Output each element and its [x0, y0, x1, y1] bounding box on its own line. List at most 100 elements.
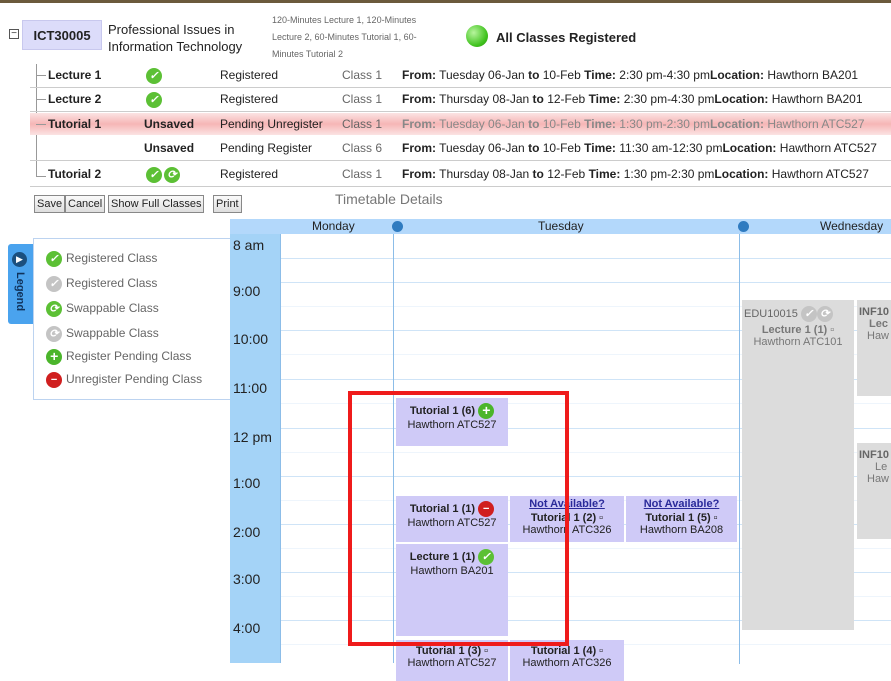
- event-inf10[interactable]: INF10 Le Haw: [857, 443, 891, 539]
- show-full-classes-button[interactable]: Show Full Classes: [108, 195, 205, 213]
- event-title: Tutorial 1 (5) ▫: [645, 512, 718, 524]
- legend-tab[interactable]: ▶ Legend: [8, 244, 33, 324]
- print-button[interactable]: Print: [213, 195, 242, 213]
- calendar-header: Monday Tuesday Wednesday: [230, 219, 891, 234]
- minus-red-icon: −: [46, 372, 62, 388]
- legend-tab-label: Legend: [14, 272, 26, 312]
- class-name: Lecture 2: [48, 92, 102, 106]
- event-tutorial-1-3[interactable]: Tutorial 1 (3) ▫ Hawthorn ATC527: [396, 640, 508, 681]
- class-schedule: From: Tuesday 06-Jan to 10-Feb Time: 1:3…: [402, 117, 865, 131]
- class-number: Class 1: [342, 167, 383, 181]
- day-header-tuesday: Tuesday: [538, 219, 584, 233]
- time-label: 12 pm: [233, 429, 272, 445]
- collapse-toggle[interactable]: −: [9, 29, 19, 39]
- event-location: Haw: [867, 330, 890, 342]
- time-label: 2:00: [233, 524, 261, 540]
- event-location: Hawthorn ATC101: [753, 336, 843, 348]
- class-name: Tutorial 2: [48, 167, 102, 181]
- highlight-box: [348, 391, 569, 646]
- legend-item: ⟳ Swappable Class: [46, 326, 159, 342]
- not-available-link[interactable]: Not Available?: [626, 498, 737, 510]
- hours-line3: Minutes Tutorial 2: [272, 49, 344, 59]
- check-green-icon: ✓: [146, 167, 162, 183]
- legend-item: ✓ Registered Class: [46, 251, 157, 267]
- divider: [30, 111, 891, 112]
- course-code: ICT30005: [22, 20, 102, 50]
- event-title: Lecture 1 (1) ▫: [761, 324, 835, 336]
- check-green-icon: ✓: [146, 68, 162, 84]
- event-tutorial-1-5[interactable]: Not Available? Tutorial 1 (5) ▫ Hawthorn…: [626, 496, 737, 542]
- event-title: Tutorial 1 (4) ▫: [530, 645, 604, 657]
- swap-grey-icon: ⟳: [816, 306, 833, 322]
- check-green-icon: ✓: [146, 92, 162, 108]
- event-code: EDU10015 ✓ ⟳: [744, 306, 854, 322]
- event-location: Hawthorn ATC326: [522, 657, 612, 669]
- tree-branch: [36, 124, 46, 125]
- unsaved-flag: Unsaved: [144, 117, 195, 131]
- event-code: INF10: [859, 449, 889, 461]
- day-header-monday: Monday: [312, 219, 355, 233]
- tree-branch: [36, 176, 46, 177]
- tree-branch: [36, 75, 46, 76]
- class-status: Registered: [220, 68, 279, 82]
- top-border: [0, 0, 891, 3]
- plus-green-icon: +: [46, 349, 62, 365]
- class-row[interactable]: Tutorial 2 ✓ ⟳ Registered Class 1 From: …: [0, 163, 891, 185]
- legend-panel: ✓ Registered Class ✓ Registered Class ⟳ Swa…: [33, 238, 231, 400]
- class-name: Tutorial 1: [48, 117, 102, 131]
- class-row-pending-register[interactable]: Unsaved Pending Register Class 6 From: T…: [0, 137, 891, 159]
- course-title-line2: Information Technology: [108, 39, 243, 54]
- swap-green-icon: ⟳: [164, 167, 180, 183]
- event-location: Hawthorn ATC527: [407, 657, 497, 669]
- day-header-wednesday: Wednesday: [820, 219, 884, 233]
- legend-item: ⟳ Swappable Class: [46, 301, 159, 317]
- class-number: Class 1: [342, 117, 383, 131]
- class-schedule: From: Tuesday 06-Jan to 10-Feb Time: 11:…: [402, 141, 877, 155]
- time-label: 4:00: [233, 620, 261, 636]
- class-status: Pending Register: [220, 141, 313, 155]
- time-label: 8 am: [233, 237, 265, 253]
- event-title: Le: [875, 461, 888, 473]
- swap-grey-icon: ⟳: [46, 326, 62, 342]
- event-title: Lec: [869, 318, 888, 330]
- page: − ICT30005 Professional Issues in Inform…: [0, 0, 891, 681]
- hours-line1: 120-Minutes Lecture 1, 120-Minutes: [272, 15, 417, 25]
- class-schedule: From: Tuesday 06-Jan to 10-Feb Time: 2:3…: [402, 68, 859, 82]
- registration-status: All Classes Registered: [496, 30, 637, 45]
- event-edu10015[interactable]: EDU10015 ✓ ⟳ Lecture 1 (1) ▫ Hawthorn ATC…: [742, 300, 854, 630]
- time-label: 11:00: [233, 380, 267, 396]
- class-number: Class 6: [342, 141, 383, 155]
- class-number: Class 1: [342, 92, 383, 106]
- time-label: 10:00: [233, 331, 269, 347]
- unsaved-flag: Unsaved: [144, 141, 195, 155]
- course-title-line1: Professional Issues in: [108, 22, 235, 37]
- class-row-pending-unregister[interactable]: Tutorial 1 Unsaved Pending Unregister Cl…: [30, 113, 891, 135]
- class-status: Registered: [220, 167, 279, 181]
- tree-branch: [36, 99, 46, 100]
- tuesday-collapse-icon[interactable]: [392, 221, 403, 232]
- check-green-icon: ✓: [46, 251, 62, 267]
- time-label: 9:00: [233, 283, 261, 299]
- time-label: 3:00: [233, 571, 261, 587]
- event-title: Tutorial 1 (3) ▫: [415, 645, 489, 657]
- status-dot-icon: [466, 25, 488, 47]
- cancel-button[interactable]: Cancel: [65, 195, 106, 213]
- event-location: Haw: [867, 473, 890, 485]
- class-status: Pending Unregister: [220, 117, 323, 131]
- event-tutorial-1-4[interactable]: Tutorial 1 (4) ▫ Hawthorn ATC326: [510, 640, 624, 681]
- divider: [30, 186, 891, 187]
- class-status: Registered: [220, 92, 279, 106]
- event-location: Hawthorn BA208: [639, 524, 724, 536]
- class-number: Class 1: [342, 68, 383, 82]
- class-schedule: From: Thursday 08-Jan to 12-Feb Time: 2:…: [402, 92, 863, 106]
- wednesday-collapse-icon[interactable]: [738, 221, 749, 232]
- divider: [30, 160, 891, 161]
- column-divider: [739, 234, 740, 664]
- timetable-title: Timetable Details: [335, 191, 443, 207]
- class-row[interactable]: Lecture 1 ✓ Registered Class 1 From: Tue…: [0, 64, 891, 86]
- event-inf10[interactable]: INF10 Lec Haw: [857, 300, 891, 396]
- class-row[interactable]: Lecture 2 ✓ Registered Class 1 From: Thu…: [0, 88, 891, 110]
- class-name: Lecture 1: [48, 68, 102, 82]
- expand-arrow-icon[interactable]: ▶: [12, 252, 27, 267]
- save-button[interactable]: Save: [34, 195, 66, 213]
